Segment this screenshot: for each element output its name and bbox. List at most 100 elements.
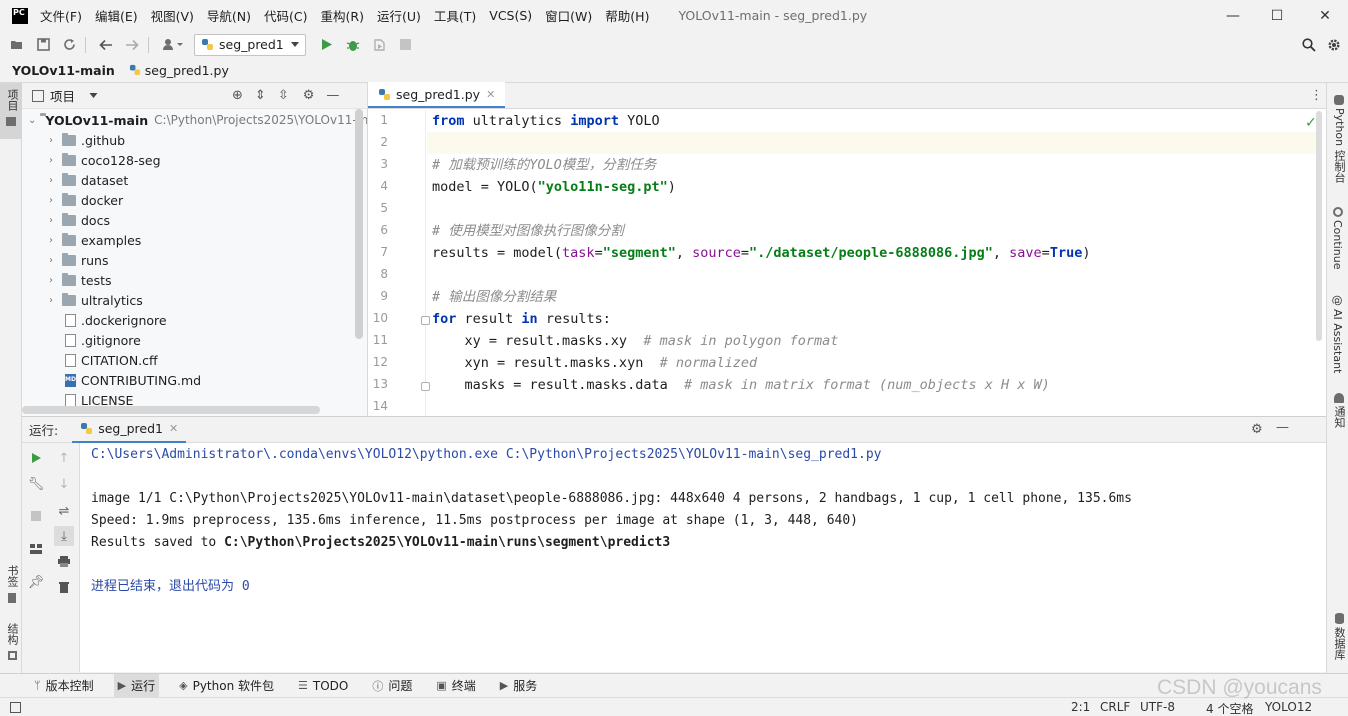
structure-tool-tab[interactable]: 结构 — [4, 623, 20, 660]
tree-file-dockerignore[interactable]: .dockerignore — [22, 310, 367, 330]
layout-icon[interactable] — [26, 539, 46, 559]
chevron-right-icon[interactable]: › — [44, 155, 58, 166]
rerun-icon[interactable] — [26, 448, 46, 468]
chevron-down-icon[interactable] — [89, 92, 98, 99]
menu-refactor[interactable]: 重构(R) — [321, 6, 364, 25]
tree-folder-tests[interactable]: › tests — [22, 270, 367, 290]
gear-icon[interactable]: ⚙ — [1251, 422, 1263, 437]
project-vertical-scrollbar[interactable] — [355, 109, 363, 339]
stop-icon[interactable] — [26, 506, 46, 526]
line-separator[interactable]: CRLF — [1100, 700, 1130, 714]
minimize-button[interactable]: — — [1210, 0, 1256, 31]
tree-file-contributing[interactable]: MD CONTRIBUTING.md — [22, 370, 367, 390]
tree-folder-dataset[interactable]: › dataset — [22, 170, 367, 190]
menu-view[interactable]: 视图(V) — [151, 6, 194, 25]
project-tool-tab[interactable]: 项目 — [0, 83, 22, 139]
menu-help[interactable]: 帮助(H) — [605, 6, 649, 25]
sync-icon[interactable] — [58, 34, 80, 56]
menu-vcs[interactable]: VCS(S) — [489, 8, 532, 23]
menu-navigate[interactable]: 导航(N) — [207, 6, 251, 25]
forward-icon[interactable] — [121, 34, 143, 56]
run-configuration-dropdown[interactable]: seg_pred1 — [194, 33, 306, 56]
maximize-button[interactable]: ☐ — [1254, 0, 1300, 31]
menu-run[interactable]: 运行(U) — [377, 6, 421, 25]
tool-tab-terminal[interactable]: ▣ 终端 — [432, 674, 479, 698]
chevron-right-icon[interactable]: › — [44, 215, 58, 226]
locate-file-icon[interactable]: ⊕ — [232, 88, 243, 103]
print-icon[interactable] — [54, 551, 74, 571]
scroll-to-end-icon[interactable]: ⤓ — [54, 526, 74, 546]
notifications-tab[interactable]: 通知 — [1331, 393, 1347, 428]
gear-icon[interactable]: ⚙ — [303, 88, 315, 103]
pin-icon[interactable]: 📌︎ — [26, 572, 46, 592]
tree-folder-coco128-seg[interactable]: › coco128-seg — [22, 150, 367, 170]
chevron-right-icon[interactable]: › — [44, 255, 58, 266]
chevron-down-icon[interactable]: ⌄ — [28, 115, 36, 126]
tree-folder-examples[interactable]: › examples — [22, 230, 367, 250]
tool-tab-todo[interactable]: ☰ TODO — [294, 674, 352, 698]
continue-tab[interactable]: Continue — [1331, 207, 1344, 269]
inspection-ok-icon[interactable]: ✓ — [1305, 115, 1317, 131]
tool-tab-problems[interactable]: ⓘ 问题 — [368, 674, 416, 698]
database-tab[interactable]: 数据库 — [1331, 613, 1347, 660]
chevron-right-icon[interactable]: › — [44, 235, 58, 246]
coverage-icon[interactable] — [368, 34, 390, 56]
save-icon[interactable] — [32, 34, 54, 56]
project-panel-title[interactable]: 项目 — [50, 86, 75, 105]
tool-tab-version-control[interactable]: ᛘ 版本控制 — [30, 674, 98, 698]
stop-icon[interactable] — [394, 34, 416, 56]
chevron-right-icon[interactable]: › — [44, 195, 58, 206]
tree-file-gitignore[interactable]: .gitignore — [22, 330, 367, 350]
indent-setting[interactable]: 4 个空格 — [1206, 700, 1253, 716]
search-icon[interactable] — [1298, 34, 1320, 56]
chevron-right-icon[interactable]: › — [44, 175, 58, 186]
code-area[interactable]: from ultralytics import YOLO # 加载预训练的YOL… — [427, 110, 1317, 416]
chevron-right-icon[interactable]: › — [44, 275, 58, 286]
expand-all-icon[interactable]: ⇕ — [255, 88, 266, 103]
open-folder-icon[interactable] — [6, 34, 28, 56]
collapse-all-icon[interactable]: ⇳ — [278, 88, 289, 103]
tree-folder-github[interactable]: › .github — [22, 130, 367, 150]
tree-file-citation[interactable]: CITATION.cff — [22, 350, 367, 370]
tree-folder-ultralytics[interactable]: › ultralytics — [22, 290, 367, 310]
project-horizontal-scrollbar[interactable] — [22, 406, 320, 414]
hide-panel-icon[interactable]: — — [1276, 420, 1289, 435]
scroll-down-icon[interactable]: ↓ — [54, 474, 74, 494]
trash-icon[interactable] — [54, 577, 74, 597]
debug-icon[interactable] — [342, 34, 364, 56]
menu-file[interactable]: 文件(F) — [40, 6, 82, 25]
tree-folder-docker[interactable]: › docker — [22, 190, 367, 210]
editor-vertical-scrollbar[interactable] — [1316, 111, 1322, 341]
menu-code[interactable]: 代码(C) — [264, 6, 307, 25]
menu-tools[interactable]: 工具(T) — [434, 6, 476, 25]
close-button[interactable]: ✕ — [1302, 0, 1348, 31]
menu-window[interactable]: 窗口(W) — [545, 6, 592, 25]
chevron-right-icon[interactable]: › — [44, 295, 58, 306]
tool-tab-python-packages[interactable]: ◈ Python 软件包 — [175, 674, 278, 698]
wrench-icon[interactable]: 🔧︎ — [26, 474, 46, 494]
tool-tab-services[interactable]: ▶ 服务 — [496, 674, 541, 698]
file-encoding[interactable]: UTF-8 — [1140, 700, 1175, 714]
toggle-tool-windows-icon[interactable] — [10, 702, 21, 713]
run-icon[interactable] — [316, 34, 338, 56]
chevron-right-icon[interactable]: › — [44, 135, 58, 146]
ai-assistant-tab[interactable]: @ AI Assistant — [1331, 295, 1344, 373]
breadcrumb-file[interactable]: seg_pred1.py — [145, 63, 229, 78]
bookmarks-tool-tab[interactable]: 书签 — [4, 565, 20, 603]
close-tab-icon[interactable]: ✕ — [486, 88, 495, 101]
run-console-output[interactable]: C:\Users\Administrator\.conda\envs\YOLO1… — [80, 443, 1326, 672]
editor-tab-seg-pred1[interactable]: seg_pred1.py ✕ — [368, 82, 506, 108]
menu-edit[interactable]: 编辑(E) — [95, 6, 138, 25]
tree-folder-runs[interactable]: › runs — [22, 250, 367, 270]
python-interpreter[interactable]: YOLO12 — [1265, 700, 1312, 714]
python-console-tab[interactable]: Python 控制台 — [1331, 95, 1347, 183]
caret-position[interactable]: 2:1 — [1071, 700, 1090, 714]
back-icon[interactable] — [95, 34, 117, 56]
saved-path-link[interactable]: C:\Python\Projects2025\YOLOv11-main\runs… — [224, 535, 670, 550]
tree-root[interactable]: ⌄ YOLOv11-main C:\Python\Projects2025\YO… — [22, 110, 367, 130]
run-tab-seg-pred1[interactable]: seg_pred1 ✕ — [72, 417, 187, 443]
scroll-up-icon[interactable]: ↑ — [54, 448, 74, 468]
user-icon[interactable] — [158, 34, 188, 56]
settings-icon[interactable] — [1323, 34, 1345, 56]
more-options-icon[interactable]: ⋮ — [1310, 88, 1323, 103]
